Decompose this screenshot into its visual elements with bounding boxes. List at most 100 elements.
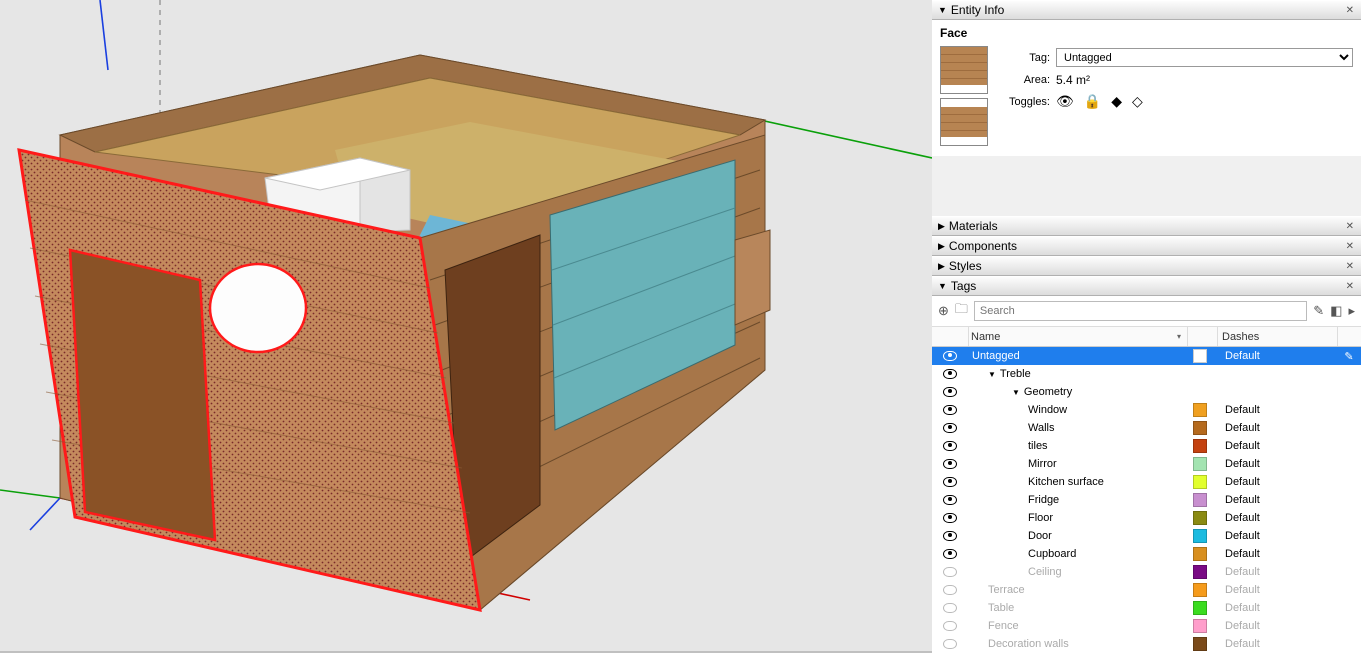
col-dashes-label[interactable]: Dashes [1222, 331, 1259, 343]
tag-row[interactable]: CeilingDefault [932, 563, 1361, 581]
tags-header[interactable]: ▼Tags ✕ [932, 276, 1361, 296]
tag-row[interactable]: tilesDefault [932, 437, 1361, 455]
visibility-toggle-icon[interactable] [943, 423, 957, 433]
tag-dashes[interactable]: Default [1217, 602, 1337, 614]
tag-color-swatch[interactable] [1193, 349, 1207, 363]
tag-row[interactable]: MirrorDefault [932, 455, 1361, 473]
visibility-toggle-icon[interactable] [943, 567, 957, 577]
tag-dashes[interactable]: Default [1217, 476, 1337, 488]
shadow-toggle-icon[interactable]: ◆ [1111, 93, 1122, 110]
visibility-toggle-icon[interactable] [943, 549, 957, 559]
color-by-tag-icon[interactable]: ◧ [1330, 303, 1342, 319]
tag-row[interactable]: TerraceDefault [932, 581, 1361, 599]
tag-color-swatch[interactable] [1193, 439, 1207, 453]
receive-shadow-toggle-icon[interactable]: ◇ [1132, 93, 1143, 110]
col-name-label[interactable]: Name [971, 331, 1000, 343]
tag-name: Door [1028, 530, 1052, 542]
tag-row[interactable]: FridgeDefault [932, 491, 1361, 509]
lock-toggle-icon[interactable]: 🔒 [1084, 93, 1101, 110]
tag-color-swatch[interactable] [1193, 583, 1207, 597]
expand-icon[interactable]: ▼ [988, 370, 996, 379]
tag-dashes[interactable]: Default [1217, 548, 1337, 560]
visibility-toggle-icon[interactable] [943, 405, 957, 415]
close-icon[interactable]: ✕ [1343, 221, 1357, 232]
tag-row[interactable]: ▼Geometry [932, 383, 1361, 401]
tags-title: Tags [951, 279, 976, 293]
tag-select[interactable]: Untagged [1056, 48, 1353, 67]
visibility-toggle-icon[interactable] [943, 495, 957, 505]
tag-dashes[interactable]: Default [1217, 638, 1337, 650]
tag-tool-icon[interactable]: ✎ [1313, 303, 1324, 319]
tag-row[interactable]: ▼Treble [932, 365, 1361, 383]
tag-color-swatch[interactable] [1193, 457, 1207, 471]
tag-dashes[interactable]: Default [1217, 350, 1337, 362]
details-menu-icon[interactable]: ▸ [1348, 303, 1355, 319]
close-icon[interactable]: ✕ [1343, 5, 1357, 16]
visibility-toggle-icon[interactable] [943, 387, 957, 397]
visibility-toggle-icon[interactable] [943, 459, 957, 469]
tag-dashes[interactable]: Default [1217, 404, 1337, 416]
visibility-toggle-icon[interactable] [943, 513, 957, 523]
tag-color-swatch[interactable] [1193, 511, 1207, 525]
visibility-toggle-icon[interactable] [943, 369, 957, 379]
tag-color-swatch[interactable] [1193, 565, 1207, 579]
tag-color-swatch[interactable] [1193, 403, 1207, 417]
tag-row[interactable]: UntaggedDefault✎ [932, 347, 1361, 365]
close-icon[interactable]: ✕ [1343, 261, 1357, 272]
tag-dashes[interactable]: Default [1217, 494, 1337, 506]
tag-color-swatch[interactable] [1193, 601, 1207, 615]
tag-dashes[interactable]: Default [1217, 422, 1337, 434]
expand-icon[interactable]: ▼ [1012, 388, 1020, 397]
components-header[interactable]: ▶Components ✕ [932, 236, 1361, 256]
tag-row[interactable]: WindowDefault [932, 401, 1361, 419]
visibility-toggle-icon[interactable] [943, 585, 957, 595]
materials-header[interactable]: ▶Materials ✕ [932, 216, 1361, 236]
tag-row[interactable]: Decoration walls Default [932, 635, 1361, 653]
tag-row[interactable]: FenceDefault [932, 617, 1361, 635]
tag-dashes[interactable]: Default [1217, 458, 1337, 470]
visibility-toggle-icon[interactable] [943, 441, 957, 451]
styles-header[interactable]: ▶Styles ✕ [932, 256, 1361, 276]
sort-icon[interactable]: ▾ [1177, 332, 1187, 341]
tag-name: Decoration walls [988, 638, 1069, 650]
edit-icon[interactable]: ✎ [1344, 350, 1353, 363]
visibility-toggle-icon[interactable] [943, 477, 957, 487]
tag-row[interactable]: TableDefault [932, 599, 1361, 617]
tag-color-swatch[interactable] [1193, 637, 1207, 651]
tag-dashes[interactable]: Default [1217, 620, 1337, 632]
entity-info-header[interactable]: ▼ Entity Info ✕ [932, 0, 1361, 20]
close-icon[interactable]: ✕ [1343, 281, 1357, 292]
tag-row[interactable]: FloorDefault [932, 509, 1361, 527]
back-material-swatch[interactable] [940, 98, 988, 146]
tag-color-swatch[interactable] [1193, 529, 1207, 543]
tag-row[interactable]: Cupboard Default [932, 545, 1361, 563]
tag-row[interactable]: Door Default [932, 527, 1361, 545]
visibility-toggle-icon[interactable] [943, 351, 957, 361]
viewport-3d[interactable] [0, 0, 932, 651]
side-panels: ▼ Entity Info ✕ Face Tag: Untagged Area:… [932, 0, 1361, 651]
tag-color-swatch[interactable] [1193, 493, 1207, 507]
tags-search-input[interactable] [974, 301, 1307, 321]
tag-dashes[interactable]: Default [1217, 566, 1337, 578]
tag-color-swatch[interactable] [1193, 475, 1207, 489]
front-material-swatch[interactable] [940, 46, 988, 94]
tag-color-swatch[interactable] [1193, 619, 1207, 633]
tag-row[interactable]: Kitchen surfaceDefault [932, 473, 1361, 491]
tag-name: Cupboard [1028, 548, 1076, 560]
entity-info-title: Entity Info [951, 3, 1004, 17]
hidden-toggle-icon[interactable]: 👁 [1056, 93, 1074, 110]
visibility-toggle-icon[interactable] [943, 621, 957, 631]
close-icon[interactable]: ✕ [1343, 241, 1357, 252]
tag-dashes[interactable]: Default [1217, 584, 1337, 596]
tag-row[interactable]: WallsDefault [932, 419, 1361, 437]
tag-dashes[interactable]: Default [1217, 440, 1337, 452]
add-folder-icon[interactable]: 🗀 [955, 300, 968, 322]
visibility-toggle-icon[interactable] [943, 639, 957, 649]
tag-dashes[interactable]: Default [1217, 530, 1337, 542]
tag-dashes[interactable]: Default [1217, 512, 1337, 524]
visibility-toggle-icon[interactable] [943, 603, 957, 613]
visibility-toggle-icon[interactable] [943, 531, 957, 541]
tag-color-swatch[interactable] [1193, 421, 1207, 435]
tag-color-swatch[interactable] [1193, 547, 1207, 561]
add-tag-icon[interactable]: ⊕ [938, 303, 949, 319]
